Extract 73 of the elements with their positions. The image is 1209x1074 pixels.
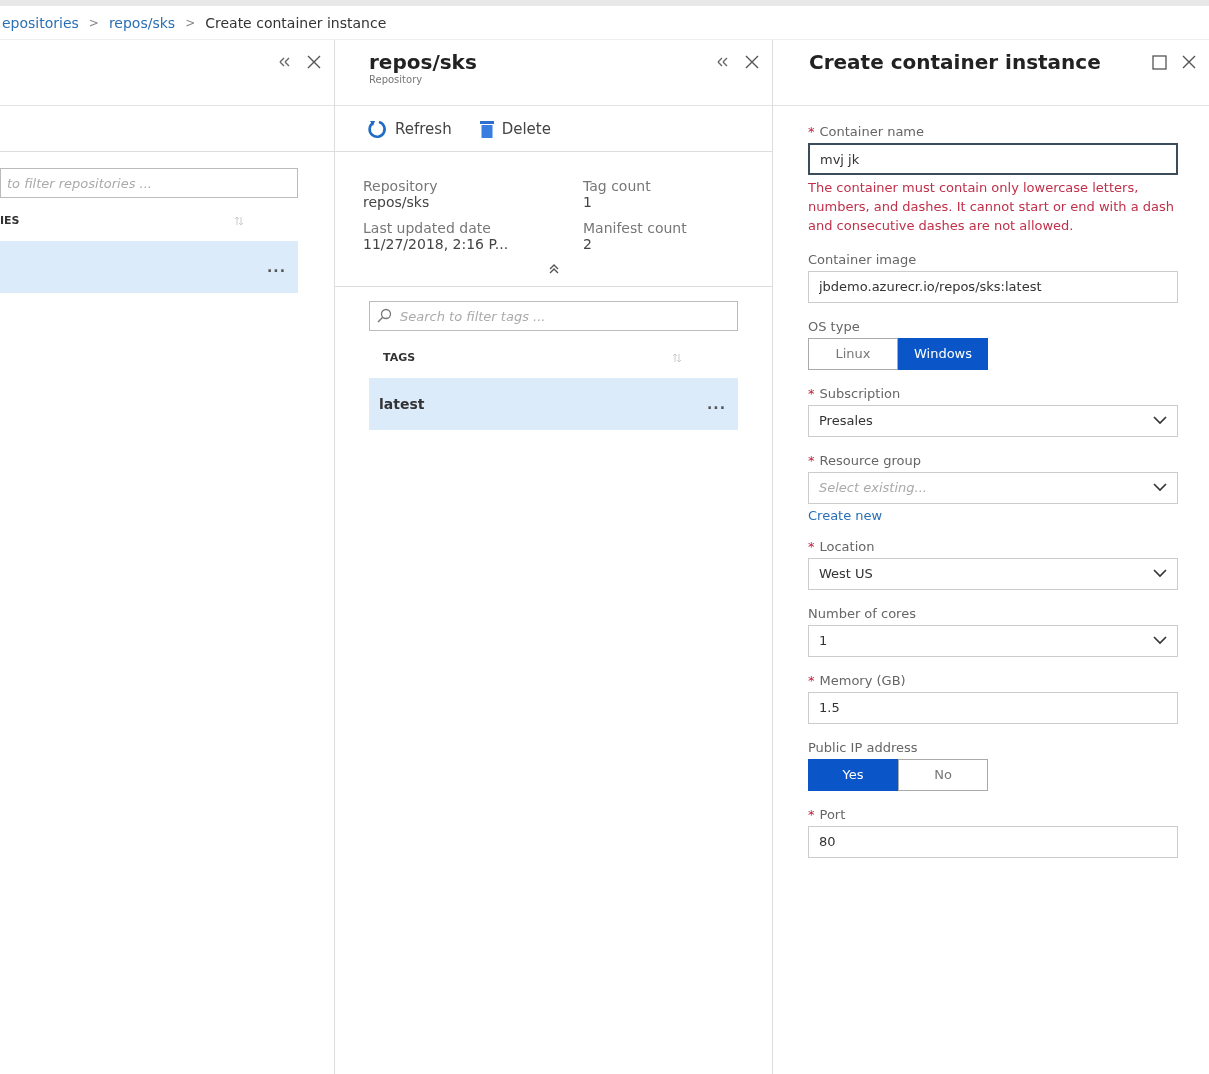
toggle-option[interactable]: Windows — [898, 337, 988, 370]
trash-icon — [479, 119, 494, 138]
text-field[interactable]: mvj jk — [808, 143, 1178, 175]
dropdown-value: West US — [819, 566, 873, 582]
collapse-icon — [716, 56, 730, 68]
repository-row[interactable]: ... — [0, 241, 298, 293]
panel-title: repos/sks — [369, 50, 478, 74]
refresh-icon — [367, 118, 387, 139]
info-label: Last updated date — [363, 220, 492, 236]
info-value: 1 — [583, 194, 593, 210]
panel-subtitle: Repository — [369, 74, 424, 85]
more-icon[interactable]: ... — [267, 259, 286, 275]
close-button[interactable] — [306, 54, 322, 70]
info-label: Manifest count — [583, 220, 688, 236]
info-value: 2 — [583, 236, 593, 252]
field-label: Container image — [808, 251, 918, 267]
field-label: * Container name — [808, 124, 926, 139]
panel-title: Create container instance — [809, 50, 1102, 74]
toggle-option[interactable]: Linux — [808, 337, 898, 370]
breadcrumb-separator: > — [88, 15, 99, 30]
search-field[interactable]: Search to filter tags ... — [369, 301, 738, 331]
create-new-link[interactable]: Create new — [808, 507, 1178, 523]
tag-row[interactable]: latest ... — [369, 378, 738, 430]
chevron-down-icon — [1153, 483, 1167, 493]
collapse-button[interactable] — [716, 56, 730, 68]
chevron-down-icon — [1153, 636, 1167, 646]
field-label: * Port — [808, 806, 847, 822]
breadcrumb-link[interactable]: repos/sks — [108, 14, 176, 31]
error-message: The container must contain only lowercase letters, numbers, and dashes. It cannot start or end with a dash and consecutive dashes are not allowed. — [808, 179, 1175, 235]
delete-button[interactable]: Delete — [479, 119, 551, 138]
toggle-option[interactable]: No — [898, 758, 988, 791]
close-icon — [744, 54, 760, 70]
collapse-icon — [278, 56, 292, 68]
info-value: repos/sks — [363, 194, 431, 210]
info-value: 11/27/2018, 2:16 P... — [363, 236, 510, 252]
collapse-up-icon[interactable] — [548, 264, 559, 274]
dropdown-field[interactable]: West US — [808, 557, 1178, 590]
info-label: Tag count — [583, 178, 652, 194]
field-label: Number of cores — [808, 605, 917, 621]
maximize-icon — [1152, 54, 1167, 70]
search-icon — [376, 308, 392, 324]
dropdown-placeholder: Select existing... — [819, 480, 927, 496]
text-field[interactable]: 80 — [808, 825, 1178, 858]
text-field[interactable]: 1.5 — [808, 691, 1178, 724]
field-label: * Resource group — [808, 452, 922, 468]
field-label: * Subscription — [808, 385, 902, 401]
close-button[interactable] — [744, 54, 760, 70]
field-label: Public IP address — [808, 739, 919, 755]
field-label: * Memory (GB) — [808, 672, 907, 688]
close-icon — [1181, 54, 1197, 70]
collapse-button[interactable] — [278, 56, 292, 68]
toggle-option[interactable]: Yes — [808, 758, 898, 791]
column-header: IES — [0, 214, 20, 227]
column-header: TAGS — [383, 351, 416, 364]
refresh-button[interactable]: Refresh — [367, 118, 452, 139]
close-button[interactable] — [1181, 54, 1197, 70]
chevron-down-icon — [1153, 416, 1167, 426]
field-label: * Location — [808, 538, 876, 554]
info-label: Repository — [363, 178, 439, 194]
dropdown-value: 1 — [819, 633, 828, 649]
filter-field[interactable]: to filter repositories ... — [0, 168, 298, 198]
breadcrumb-separator: > — [185, 15, 196, 30]
dropdown-field[interactable]: 1 — [808, 624, 1178, 657]
chevron-down-icon — [1153, 569, 1167, 579]
dropdown-field[interactable]: Presales — [808, 404, 1178, 437]
close-icon — [306, 54, 322, 70]
text-field[interactable]: jbdemo.azurecr.io/repos/sks:latest — [808, 270, 1178, 303]
dropdown-value: Presales — [819, 413, 873, 429]
maximize-button[interactable] — [1152, 54, 1167, 70]
breadcrumb-link[interactable]: epositories — [2, 14, 79, 31]
breadcrumb-link[interactable]: Create container instance — [205, 14, 387, 31]
field-label: OS type — [808, 318, 861, 334]
more-icon[interactable]: ... — [707, 396, 726, 412]
